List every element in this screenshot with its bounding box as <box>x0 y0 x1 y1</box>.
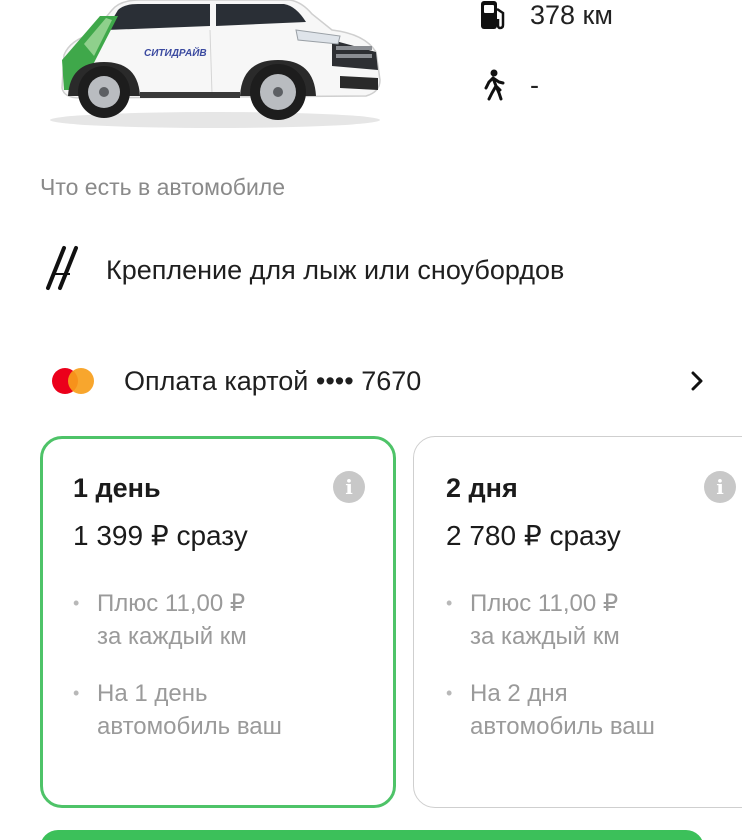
tariff-bullet-text: На 1 день автомобиль ваш <box>97 680 282 740</box>
tariff-title: 1 день <box>73 473 161 503</box>
tariff-card-1-day[interactable]: 1 день i 1 399 ₽ сразу • Плюс 11,00 ₽ за… <box>40 436 396 808</box>
bullet-dot-icon: • <box>73 683 80 703</box>
tariff-title: 2 дня <box>446 473 518 503</box>
tariff-card-2-days[interactable]: 2 дня i 2 780 ₽ сразу • Плюс 11,00 ₽ за … <box>413 436 742 808</box>
walking-person-icon <box>476 68 510 102</box>
payment-method-row[interactable]: Оплата картой •••• 7670 <box>48 356 708 406</box>
tariff-price: 2 780 ₽ сразу <box>446 520 621 551</box>
payment-method-label: Оплата картой •••• 7670 <box>124 365 422 396</box>
fuel-range-value: 378 км <box>530 0 613 30</box>
tariff-bullet-text: Плюс 11,00 ₽ за каждый км <box>97 590 247 650</box>
walking-distance: - <box>476 68 539 102</box>
ski-rack-icon <box>40 244 88 297</box>
primary-action-button[interactable] <box>40 830 704 840</box>
car-image: СИТИДРАЙВ <box>40 0 390 130</box>
tariff-bullet-text: Плюс 11,00 ₽ за каждый км <box>470 590 620 650</box>
tariff-bullet: • На 1 день автомобиль ваш <box>73 677 373 743</box>
info-icon[interactable]: i <box>333 471 365 503</box>
mastercard-logo-icon <box>48 366 96 396</box>
bullet-dot-icon: • <box>73 593 80 613</box>
fuel-pump-icon <box>476 0 510 32</box>
features-section-title: Что есть в автомобиле <box>40 174 286 200</box>
bullet-dot-icon: • <box>446 593 453 613</box>
tariff-bullet: • Плюс 11,00 ₽ за каждый км <box>446 587 742 653</box>
walking-distance-value: - <box>530 69 539 100</box>
rental-screen: СИТИДРАЙВ 378 км - Что есть в автомобиле… <box>0 0 742 840</box>
chevron-right-icon <box>686 370 708 392</box>
tariff-bullet-text: На 2 дня автомобиль ваш <box>470 680 655 740</box>
info-icon[interactable]: i <box>704 471 736 503</box>
fuel-range: 378 км <box>476 0 613 32</box>
feature-label: Крепление для лыж или сноубордов <box>106 255 565 285</box>
bullet-dot-icon: • <box>446 683 453 703</box>
tariff-price: 1 399 ₽ сразу <box>73 520 248 551</box>
car-brand-text: СИТИДРАЙВ <box>144 46 207 59</box>
feature-item: Крепление для лыж или сноубордов <box>40 244 564 297</box>
tariff-bullet: • Плюс 11,00 ₽ за каждый км <box>73 587 373 653</box>
tariff-bullet: • На 2 дня автомобиль ваш <box>446 677 742 743</box>
